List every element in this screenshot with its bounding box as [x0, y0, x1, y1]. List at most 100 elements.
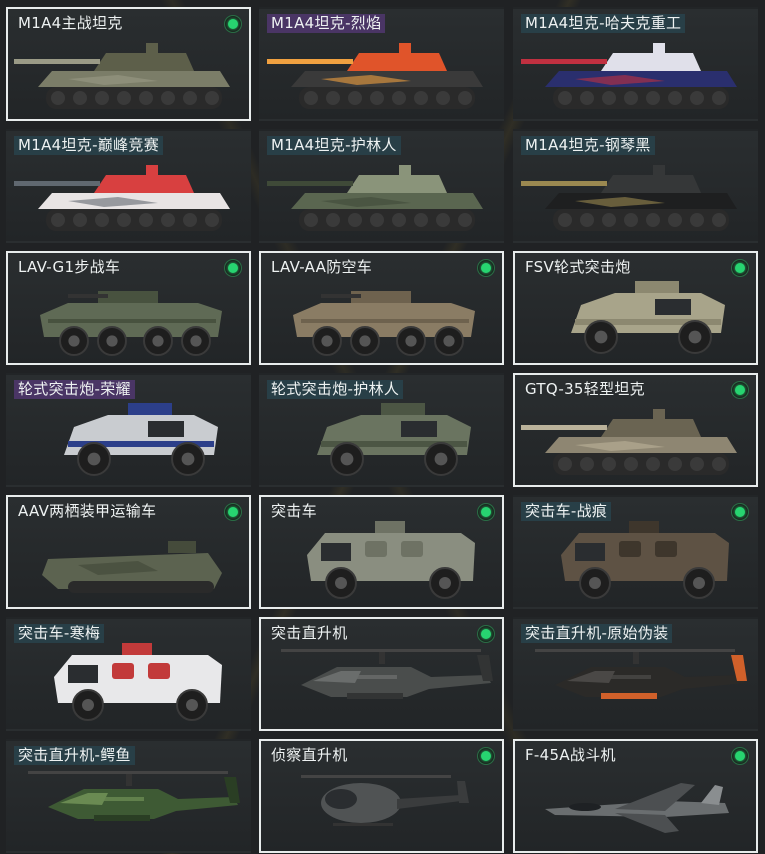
wheel-hub: [688, 330, 702, 344]
road-wheel: [558, 213, 572, 227]
road-wheel: [668, 91, 682, 105]
vehicle-card[interactable]: 突击直升机: [259, 617, 504, 731]
road-wheel: [139, 91, 153, 105]
wheel-hub: [82, 699, 94, 711]
camo-stripe: [611, 675, 651, 679]
road-wheel: [51, 213, 65, 227]
road-wheel: [690, 91, 704, 105]
windshield: [321, 543, 351, 561]
vehicle-name: AAV两栖装甲运输车: [18, 502, 157, 520]
road-wheel: [558, 457, 572, 471]
vehicle-card[interactable]: LAV-AA防空车: [259, 251, 504, 365]
vehicle-card[interactable]: 突击直升机-鳄鱼: [6, 739, 251, 853]
road-wheel: [624, 213, 638, 227]
road-wheel: [580, 91, 594, 105]
vehicle-card[interactable]: 突击车-战痕: [513, 495, 758, 609]
vehicle-card[interactable]: 侦察直升机: [259, 739, 504, 853]
wheel-hub: [594, 330, 608, 344]
road-wheel: [161, 91, 175, 105]
turret: [601, 53, 701, 71]
vehicle-card[interactable]: AAV两栖装甲运输车: [6, 495, 251, 609]
camo-stripe: [357, 675, 397, 679]
owned-indicator-icon: [478, 504, 494, 520]
fuselage: [301, 667, 491, 697]
weapon-pylon: [347, 693, 403, 699]
wheel-hub: [439, 577, 451, 589]
wheel-hub: [340, 452, 354, 466]
vehicle-name: 轮式突击炮-荣耀: [14, 380, 135, 399]
vehicle-card[interactable]: 突击直升机-原始伪装: [513, 617, 758, 731]
road-wheel: [602, 91, 616, 105]
main-gun: [521, 59, 607, 64]
road-wheel: [712, 213, 726, 227]
vehicle-name: LAV-G1步战车: [18, 258, 121, 276]
vehicle-card[interactable]: 轮式突击炮-护林人: [259, 373, 504, 487]
vehicle-name: 突击直升机-原始伪装: [521, 624, 673, 643]
vehicle-image: [14, 43, 230, 109]
road-wheel: [95, 91, 109, 105]
main-gun: [267, 181, 353, 186]
vehicle-image: [40, 291, 222, 356]
main-gun: [14, 59, 100, 64]
vehicle-image: [307, 521, 475, 599]
skid: [333, 823, 393, 826]
side-stripe: [48, 319, 216, 323]
road-wheel: [690, 457, 704, 471]
rotor: [28, 771, 228, 774]
owned-indicator-icon: [225, 16, 241, 32]
vehicle-image: [64, 403, 218, 476]
road-wheel: [183, 213, 197, 227]
owned-indicator-icon: [225, 260, 241, 276]
vehicle-card[interactable]: M1A4坦克-哈夫克重工: [513, 7, 758, 121]
vehicle-card[interactable]: 轮式突击炮-荣耀: [6, 373, 251, 487]
vehicle-model: [521, 165, 737, 231]
wheel-hub: [87, 452, 101, 466]
vehicle-name: 轮式突击炮-护林人: [267, 380, 404, 399]
road-wheel: [436, 213, 450, 227]
vehicle-card[interactable]: M1A4坦克-护林人: [259, 129, 504, 243]
vehicle-card[interactable]: GTQ-35轻型坦克: [513, 373, 758, 487]
turret: [381, 403, 425, 415]
road-wheel: [646, 91, 660, 105]
cupola: [146, 165, 158, 175]
vehicle-image: [267, 43, 483, 109]
cupola: [653, 165, 665, 175]
side-stripe: [301, 319, 469, 323]
vehicle-card[interactable]: M1A4主战坦克: [6, 7, 251, 121]
cannon: [321, 294, 361, 298]
vehicle-card[interactable]: FSV轮式突击炮: [513, 251, 758, 365]
main-gun: [14, 181, 100, 186]
vehicle-card[interactable]: 突击车-寒梅: [6, 617, 251, 731]
vehicle-card[interactable]: M1A4坦克-钢琴黑: [513, 129, 758, 243]
road-wheel: [646, 457, 660, 471]
vehicle-card[interactable]: F-45A战斗机: [513, 739, 758, 853]
wheel-hub: [434, 452, 448, 466]
vehicle-name: M1A4坦克-烈焰: [267, 14, 386, 33]
vehicle-skin-grid: M1A4主战坦克 M1A4坦克-烈焰 M1A4坦克-哈夫克重工 M1A4坦克-巅峰竞赛…: [0, 0, 765, 854]
rotor-mast: [633, 652, 639, 664]
vehicle-image: [545, 783, 729, 833]
vehicle-card[interactable]: M1A4坦克-巅峰竞赛: [6, 129, 251, 243]
turret: [347, 53, 447, 71]
road-wheel: [458, 91, 472, 105]
road-wheel: [580, 457, 594, 471]
vehicle-card[interactable]: M1A4坦克-烈焰: [259, 7, 504, 121]
vehicle-card[interactable]: LAV-G1步战车: [6, 251, 251, 365]
road-wheel: [712, 457, 726, 471]
fuselage: [48, 789, 238, 819]
vehicle-model: [267, 43, 483, 109]
vehicle-name: 突击车-寒梅: [14, 624, 105, 643]
vehicle-card[interactable]: 突击车: [259, 495, 504, 609]
vehicle-name: 突击车-战痕: [521, 502, 612, 521]
road-wheel: [183, 91, 197, 105]
rotor-mast: [379, 652, 385, 664]
vehicle-image: [561, 521, 729, 599]
weapon-pylon: [94, 815, 150, 821]
tail-fin: [701, 785, 723, 805]
vehicle-name: 突击直升机-鳄鱼: [14, 746, 135, 765]
road-wheel: [348, 213, 362, 227]
road-wheel: [73, 213, 87, 227]
road-wheel: [580, 213, 594, 227]
turret: [94, 175, 194, 193]
road-wheel: [712, 91, 726, 105]
